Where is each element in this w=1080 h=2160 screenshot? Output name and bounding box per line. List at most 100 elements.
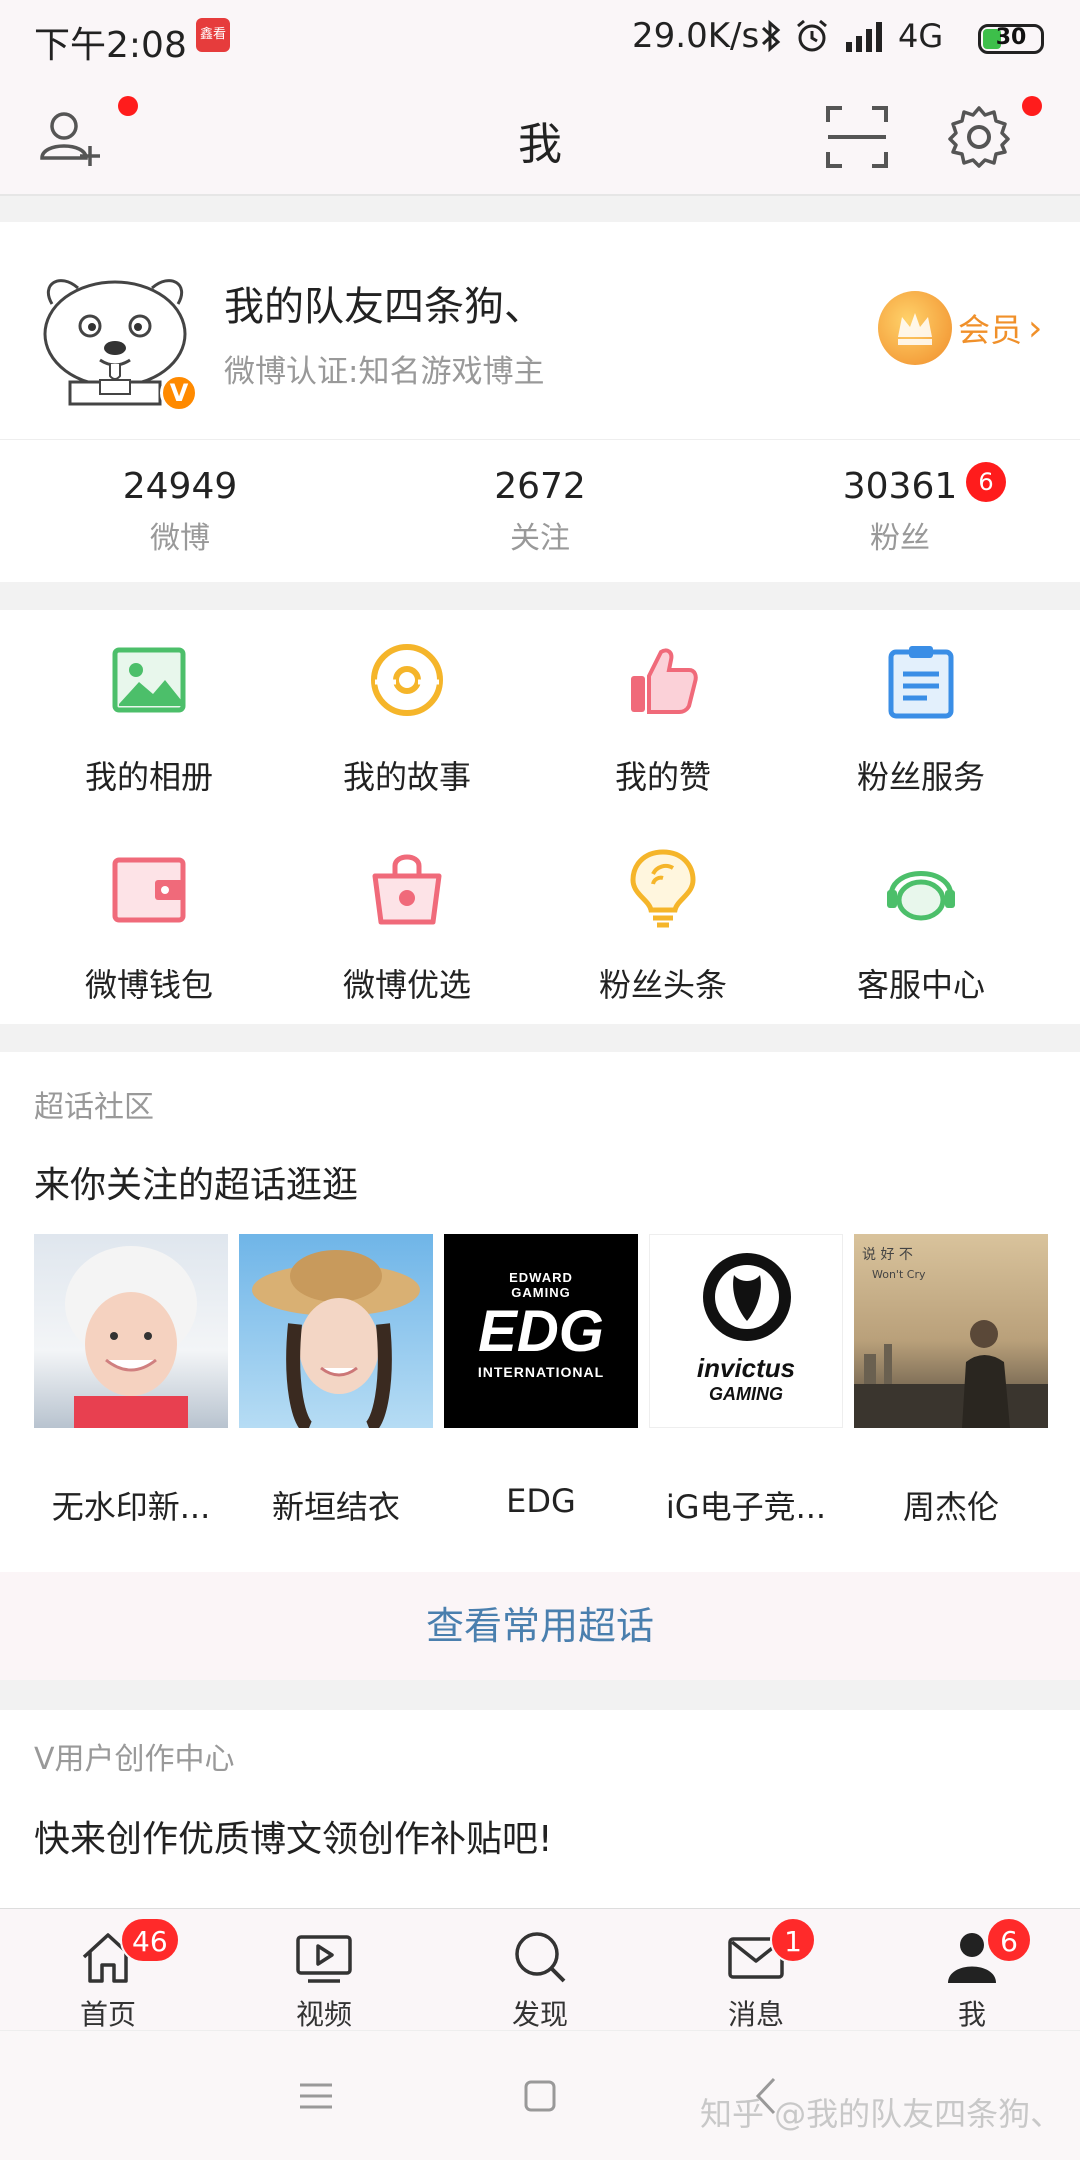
stat-following[interactable]: 2672 关注 [360, 466, 720, 557]
stat-value: 24949 [122, 466, 238, 507]
topic-label: 无水印新... [51, 1488, 211, 1526]
logo-text: INTERNATIONAL [477, 1364, 605, 1380]
status-time: 下午2:08 [34, 25, 187, 66]
logo-text: EDG [478, 1299, 604, 1364]
super-topics-section: 超话社区 来你关注的超话逛逛 无水印新... 新垣结衣 EDWARD GAMIN… [0, 1052, 1080, 1680]
alarm-icon [797, 19, 827, 52]
section-title: 超话社区 [34, 1090, 154, 1125]
tab-home[interactable]: 首页 46 [0, 1917, 216, 2031]
profile-card[interactable]: V 我的队友四条狗、 微博认证:知名游戏博主 会员 › [0, 222, 1080, 440]
tab-me[interactable]: 我 6 [864, 1917, 1080, 2031]
grid-item-select[interactable]: 微博优选 [272, 818, 542, 1008]
clipboard-icon [888, 646, 954, 719]
topic-label: iG电子竞... [665, 1488, 827, 1526]
fans-badge: 6 [966, 462, 1006, 502]
logo-text: EDWARD [509, 1270, 573, 1285]
vip-label: 会员 [958, 311, 1023, 349]
tab-label: 消息 [727, 1998, 784, 2031]
topic-label: 新垣结衣 [271, 1488, 400, 1526]
creator-center-section[interactable]: V用户创作中心 快来创作优质博文领创作补贴吧! [0, 1710, 1080, 1910]
grid-item-album[interactable]: 我的相册 [14, 610, 284, 800]
video-icon [296, 1935, 352, 1983]
status-bar: 下午2:08 鑫看 29.0K/s 4G 30 [0, 0, 1080, 78]
topic-label: EDG [506, 1482, 576, 1520]
grid-item-likes[interactable]: 我的赞 [528, 610, 798, 800]
watermark: 知乎 @我的队友四条狗、 [700, 2095, 1063, 2133]
story-icon [371, 644, 443, 716]
topic-card[interactable]: 新垣结衣 [239, 1234, 433, 1528]
chevron-right-icon: › [1028, 307, 1043, 349]
topic-card[interactable]: 说 好 不 Won't Cry 周杰伦 [854, 1234, 1048, 1528]
status-icons: 4G [760, 16, 943, 56]
stat-weibo[interactable]: 24949 微博 [0, 466, 360, 557]
stat-value: 2672 [494, 466, 586, 507]
stat-label: 关注 [510, 521, 570, 556]
stat-fans[interactable]: 30361 粉丝 6 [720, 462, 1080, 557]
menu-icon[interactable] [286, 2071, 346, 2121]
grid-item-customer-service[interactable]: 客服中心 [786, 818, 1056, 1008]
bluetooth-icon [761, 19, 781, 53]
edg-logo: EDWARD GAMING EDG INTERNATIONAL [444, 1234, 638, 1428]
tab-discover[interactable]: 发现 [432, 1917, 648, 2031]
topic-card[interactable]: 无水印新... [34, 1234, 228, 1528]
tab-label: 视频 [295, 1998, 352, 2031]
topic-card[interactable]: invictus GAMING iG电子竞... [649, 1234, 843, 1528]
scan-icon[interactable] [822, 102, 892, 172]
tab-messages[interactable]: 消息 1 [648, 1917, 864, 2031]
vip-crown-icon [878, 291, 952, 365]
verified-v-badge: V [160, 374, 198, 412]
signal-icon [846, 22, 882, 52]
topic-card[interactable]: EDWARD GAMING EDG INTERNATIONAL EDG [444, 1234, 638, 1520]
settings-gear-icon[interactable] [944, 102, 1014, 172]
tab-badge: 6 [986, 1917, 1032, 1963]
wallet-icon [112, 857, 186, 923]
topic-image [34, 1234, 228, 1428]
grid-item-wallet[interactable]: 微博钱包 [14, 818, 284, 1008]
topic-image: 说 好 不 Won't Cry [854, 1234, 1048, 1428]
section-subtitle: 来你关注的超话逛逛 [34, 1165, 359, 1206]
verification-text: 微博认证:知名游戏博主 [224, 354, 545, 390]
grid-label: 我的故事 [342, 758, 471, 796]
tab-label: 首页 [79, 1998, 136, 2031]
logo-text: GAMING [709, 1384, 783, 1404]
system-nav-bar: 知乎 @我的队友四条狗、 [0, 2030, 1080, 2160]
stat-value: 30361 [842, 466, 958, 507]
stat-label: 粉丝 [870, 521, 930, 556]
section-subtitle: 快来创作优质博文领创作补贴吧! [34, 1819, 553, 1860]
search-icon [515, 1932, 566, 1983]
page-title: 我 [518, 119, 562, 170]
section-title: V用户创作中心 [34, 1742, 235, 1777]
tab-badge: 46 [120, 1917, 180, 1963]
grid-label: 我的相册 [84, 758, 213, 796]
tab-video[interactable]: 视频 [216, 1917, 432, 2031]
logo-text: GAMING [511, 1285, 571, 1300]
tab-badge: 1 [770, 1917, 816, 1963]
grid-label: 粉丝服务 [856, 758, 985, 796]
grid-item-story[interactable]: 我的故事 [272, 610, 542, 800]
thumbs-up-icon [631, 648, 698, 714]
grid-label: 客服中心 [856, 966, 985, 1004]
grid-item-fan-service[interactable]: 粉丝服务 [786, 610, 1056, 800]
app-notification-icon: 鑫看 [196, 18, 230, 52]
username: 我的队友四条狗、 [224, 284, 544, 330]
photo-album-icon [112, 647, 186, 713]
top-header: 我 [0, 78, 1080, 196]
net-speed: 29.0K/s [632, 16, 760, 56]
battery-icon: 30 [978, 24, 1044, 54]
home-square-icon[interactable] [510, 2071, 570, 2121]
shopping-bag-icon [372, 854, 442, 925]
grid-label: 粉丝头条 [598, 966, 727, 1004]
view-common-topics-button[interactable]: 查看常用超话 [0, 1572, 1080, 1680]
vip-button[interactable]: 会员 › [878, 288, 1042, 368]
tab-label: 发现 [511, 1998, 568, 2031]
topic-label: 周杰伦 [902, 1488, 999, 1526]
grid-item-fan-headline[interactable]: 粉丝头条 [528, 818, 798, 1008]
logo-text: invictus [696, 1353, 796, 1383]
stat-label: 微博 [150, 521, 210, 556]
network-type: 4G [898, 17, 944, 55]
feature-grid: 我的相册 我的故事 我的赞 粉丝服务 微博钱包 微博优选 粉丝头条 客服中心 [0, 610, 1080, 1024]
topic-image [239, 1234, 433, 1428]
tab-label: 我 [957, 1998, 986, 2031]
headset-icon [887, 871, 955, 921]
grid-label: 微博优选 [342, 966, 471, 1004]
